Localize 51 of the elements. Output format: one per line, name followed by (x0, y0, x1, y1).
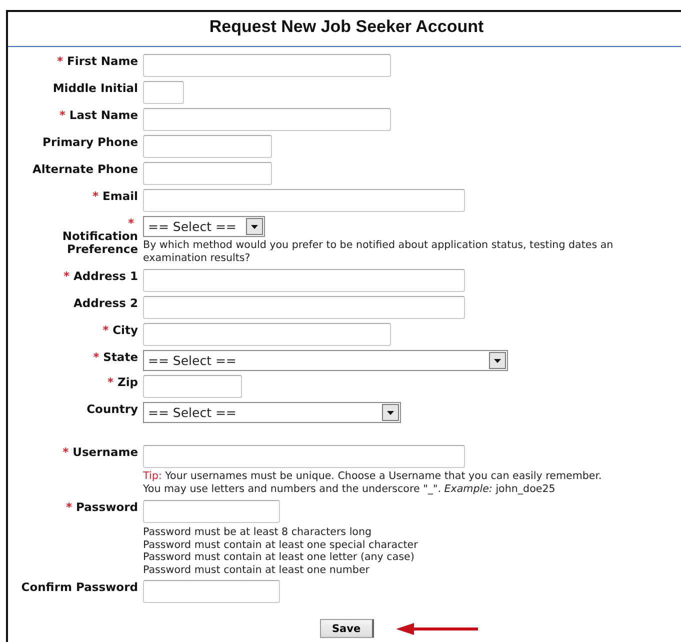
field-label: Zip (117, 376, 138, 389)
input-field[interactable] (143, 445, 465, 468)
input-field[interactable] (143, 500, 280, 523)
password-rule: Password must contain at least one number (143, 564, 371, 576)
required-marker: * (128, 217, 134, 230)
required-marker: * (93, 351, 100, 364)
field-label: Alternate Phone (32, 163, 138, 176)
field-label: Address 1 (73, 270, 138, 283)
required-marker: * (66, 501, 72, 514)
field-label: First Name (67, 55, 138, 68)
field-label: Country (86, 403, 138, 416)
field-label: Primary Phone (42, 136, 138, 149)
save-button[interactable]: Save (320, 619, 374, 638)
input-field[interactable] (143, 580, 280, 604)
field-label: Email (102, 190, 138, 203)
password-rule: Password must be at least 8 characters long (143, 526, 373, 539)
required-marker: * (59, 109, 66, 122)
required-marker: * (63, 270, 70, 283)
input-field[interactable] (143, 296, 465, 319)
field-label: Confirm Password (21, 581, 138, 594)
field-label: City (112, 324, 138, 337)
required-marker: * (62, 446, 69, 459)
field-label: State (103, 351, 138, 364)
select-dropdown[interactable]: == Select == (143, 402, 401, 423)
form-title: Request New Job Seeker Account (209, 17, 484, 37)
field-label: Last Name (69, 109, 138, 122)
input-field[interactable] (143, 54, 391, 77)
select-dropdown[interactable]: == Select == (143, 350, 508, 371)
input-field[interactable] (143, 135, 272, 158)
field-label: Password (76, 501, 138, 514)
field-label: Notification Preference (61, 230, 138, 256)
field-label: Username (72, 446, 138, 459)
input-field[interactable] (143, 162, 272, 185)
required-marker: * (92, 190, 99, 203)
input-field[interactable] (143, 375, 242, 398)
field-label: Middle Initial (52, 82, 138, 95)
help-text: By which method would you prefer to be notified about application status, testing dates an examination results? (143, 239, 614, 265)
tip-text: Tip: Your usernames must be unique. Choose a Username that you can easily remember. You may use letters and numbers and the underscore "_". Example: john_doe25 (143, 470, 602, 496)
arrow-icon (396, 620, 478, 637)
input-field[interactable] (143, 81, 184, 104)
select-dropdown[interactable]: == Select == (143, 216, 265, 237)
input-field[interactable] (143, 323, 391, 346)
password-rule: Password must contain at least one letter (any case) (143, 551, 416, 564)
password-rule: Password must contain at least one special character (143, 538, 418, 552)
input-field[interactable] (143, 269, 465, 292)
input-field[interactable] (143, 108, 391, 131)
required-marker: * (102, 324, 109, 337)
required-marker: * (107, 376, 114, 389)
field-label: Address 2 (73, 297, 138, 310)
input-field[interactable] (143, 189, 465, 212)
required-marker: * (57, 55, 64, 68)
